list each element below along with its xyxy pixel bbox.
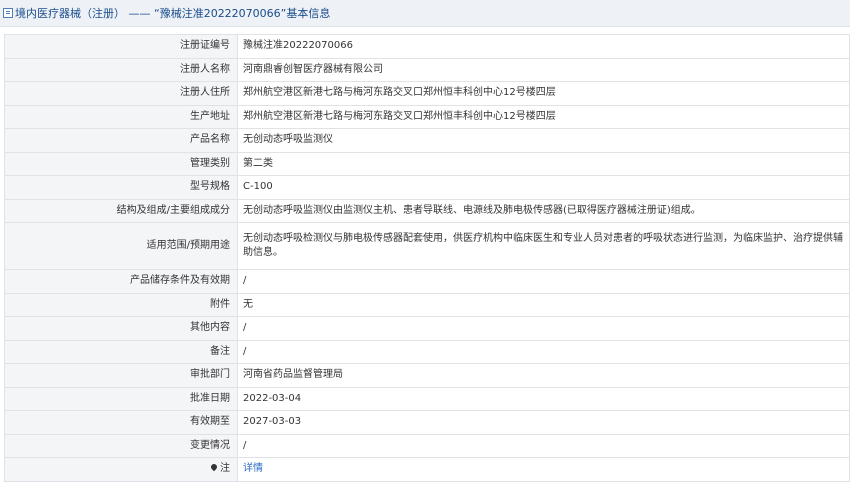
row-label: 产品储存条件及有效期	[4, 269, 238, 294]
row-label: 适用范围/预期用途	[4, 222, 238, 270]
table-row: 注册证编号 豫械注准20222070066	[4, 34, 850, 59]
row-value: 无创动态呼吸检测仪与肺电极传感器配套使用，供医疗机构中临床医生和专业人员对患者的…	[237, 222, 850, 270]
row-value: 无创动态呼吸监测仪由监测仪主机、患者导联线、电源线及肺电极传感器(已取得医疗器械…	[237, 198, 850, 223]
row-value: /	[237, 433, 850, 458]
table-row: 注 详情	[4, 457, 850, 482]
row-label: 生产地址	[4, 104, 238, 129]
row-label: 变更情况	[4, 433, 238, 458]
row-value: /	[237, 339, 850, 364]
row-value: /	[237, 269, 850, 294]
details-link[interactable]: 详情	[243, 463, 263, 474]
page-title: 境内医疗器械（注册） —— “豫械注准20222070066”基本信息	[15, 7, 331, 20]
row-label-note: 注	[4, 457, 238, 482]
row-value: 河南省药品监督管理局	[237, 363, 850, 388]
row-value: 郑州航空港区新港七路与梅河东路交叉口郑州恒丰科创中心12号楼四层	[237, 104, 850, 129]
row-value: 郑州航空港区新港七路与梅河东路交叉口郑州恒丰科创中心12号楼四层	[237, 81, 850, 106]
table-row: 附件 无	[4, 292, 850, 317]
row-label: 注册人住所	[4, 81, 238, 106]
table-row: 管理类别 第二类	[4, 151, 850, 176]
detail-table: 注册证编号 豫械注准20222070066 注册人名称 河南鼎睿创智医疗器械有限…	[4, 34, 850, 482]
row-value: 第二类	[237, 151, 850, 176]
row-label: 批准日期	[4, 386, 238, 411]
row-label: 产品名称	[4, 128, 238, 153]
row-label: 其他内容	[4, 316, 238, 341]
row-label: 附件	[4, 292, 238, 317]
table-row: 产品储存条件及有效期 /	[4, 269, 850, 294]
table-row: 变更情况 /	[4, 433, 850, 458]
pin-icon	[209, 463, 219, 472]
table-row: 审批部门 河南省药品监督管理局	[4, 363, 850, 388]
table-row: 批准日期 2022-03-04	[4, 386, 850, 411]
row-value: 2027-03-03	[237, 410, 850, 435]
row-value: 豫械注准20222070066	[237, 34, 850, 59]
table-row: 适用范围/预期用途 无创动态呼吸检测仪与肺电极传感器配套使用，供医疗机构中临床医…	[4, 222, 850, 270]
row-value: 无	[237, 292, 850, 317]
row-label: 审批部门	[4, 363, 238, 388]
row-label: 注册人名称	[4, 57, 238, 82]
table-row: 备注 /	[4, 339, 850, 364]
row-value: C-100	[237, 175, 850, 200]
table-row: 注册人名称 河南鼎睿创智医疗器械有限公司	[4, 57, 850, 82]
table-row: 其他内容 /	[4, 316, 850, 341]
table-row: 生产地址 郑州航空港区新港七路与梅河东路交叉口郑州恒丰科创中心12号楼四层	[4, 104, 850, 129]
row-label: 有效期至	[4, 410, 238, 435]
row-label: 型号规格	[4, 175, 238, 200]
row-value: 无创动态呼吸监测仪	[237, 128, 850, 153]
row-label: 备注	[4, 339, 238, 364]
row-label: 管理类别	[4, 151, 238, 176]
table-row: 结构及组成/主要组成成分 无创动态呼吸监测仪由监测仪主机、患者导联线、电源线及肺…	[4, 198, 850, 223]
document-list-icon	[3, 8, 13, 18]
row-value: /	[237, 316, 850, 341]
row-label: 结构及组成/主要组成成分	[4, 198, 238, 223]
note-label: 注	[220, 463, 230, 475]
row-value: 详情	[237, 457, 850, 482]
row-value: 河南鼎睿创智医疗器械有限公司	[237, 57, 850, 82]
table-row: 型号规格 C-100	[4, 175, 850, 200]
detail-table-container: 注册证编号 豫械注准20222070066 注册人名称 河南鼎睿创智医疗器械有限…	[4, 34, 850, 482]
table-row: 注册人住所 郑州航空港区新港七路与梅河东路交叉口郑州恒丰科创中心12号楼四层	[4, 81, 850, 106]
table-row: 有效期至 2027-03-03	[4, 410, 850, 435]
row-label: 注册证编号	[4, 34, 238, 59]
row-value: 2022-03-04	[237, 386, 850, 411]
page-title-bar: 境内医疗器械（注册） —— “豫械注准20222070066”基本信息	[0, 0, 850, 27]
table-row: 产品名称 无创动态呼吸监测仪	[4, 128, 850, 153]
